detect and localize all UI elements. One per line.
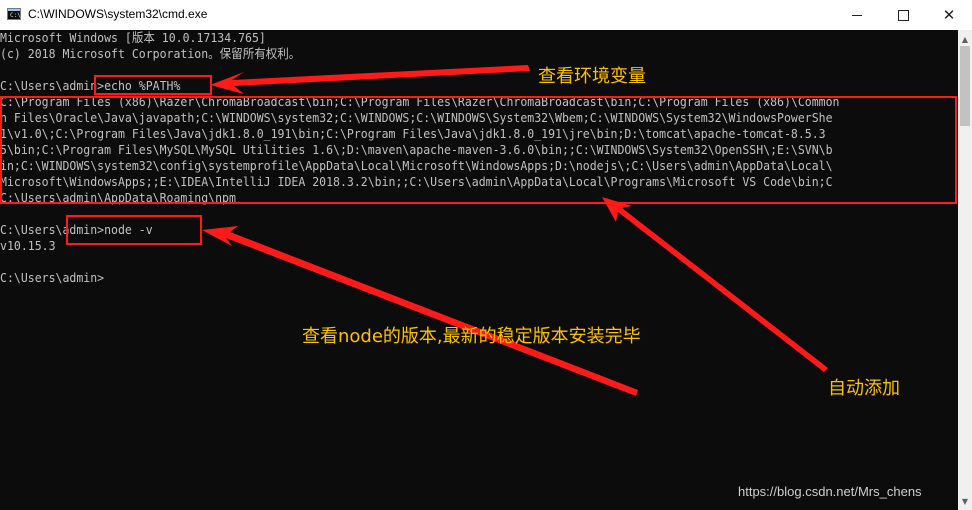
- annotation-view-env: 查看环境变量: [538, 66, 646, 87]
- arrow-to-echo-command: [210, 65, 530, 94]
- watermark: https://blog.csdn.net/Mrs_chens: [738, 484, 922, 499]
- annotation-view-node: 查看node的版本,最新的稳定版本安装完毕: [302, 326, 641, 347]
- annotation-arrows: [202, 65, 828, 396]
- annotation-auto-add: 自动添加: [828, 378, 900, 399]
- arrow-to-node-command: [202, 226, 638, 396]
